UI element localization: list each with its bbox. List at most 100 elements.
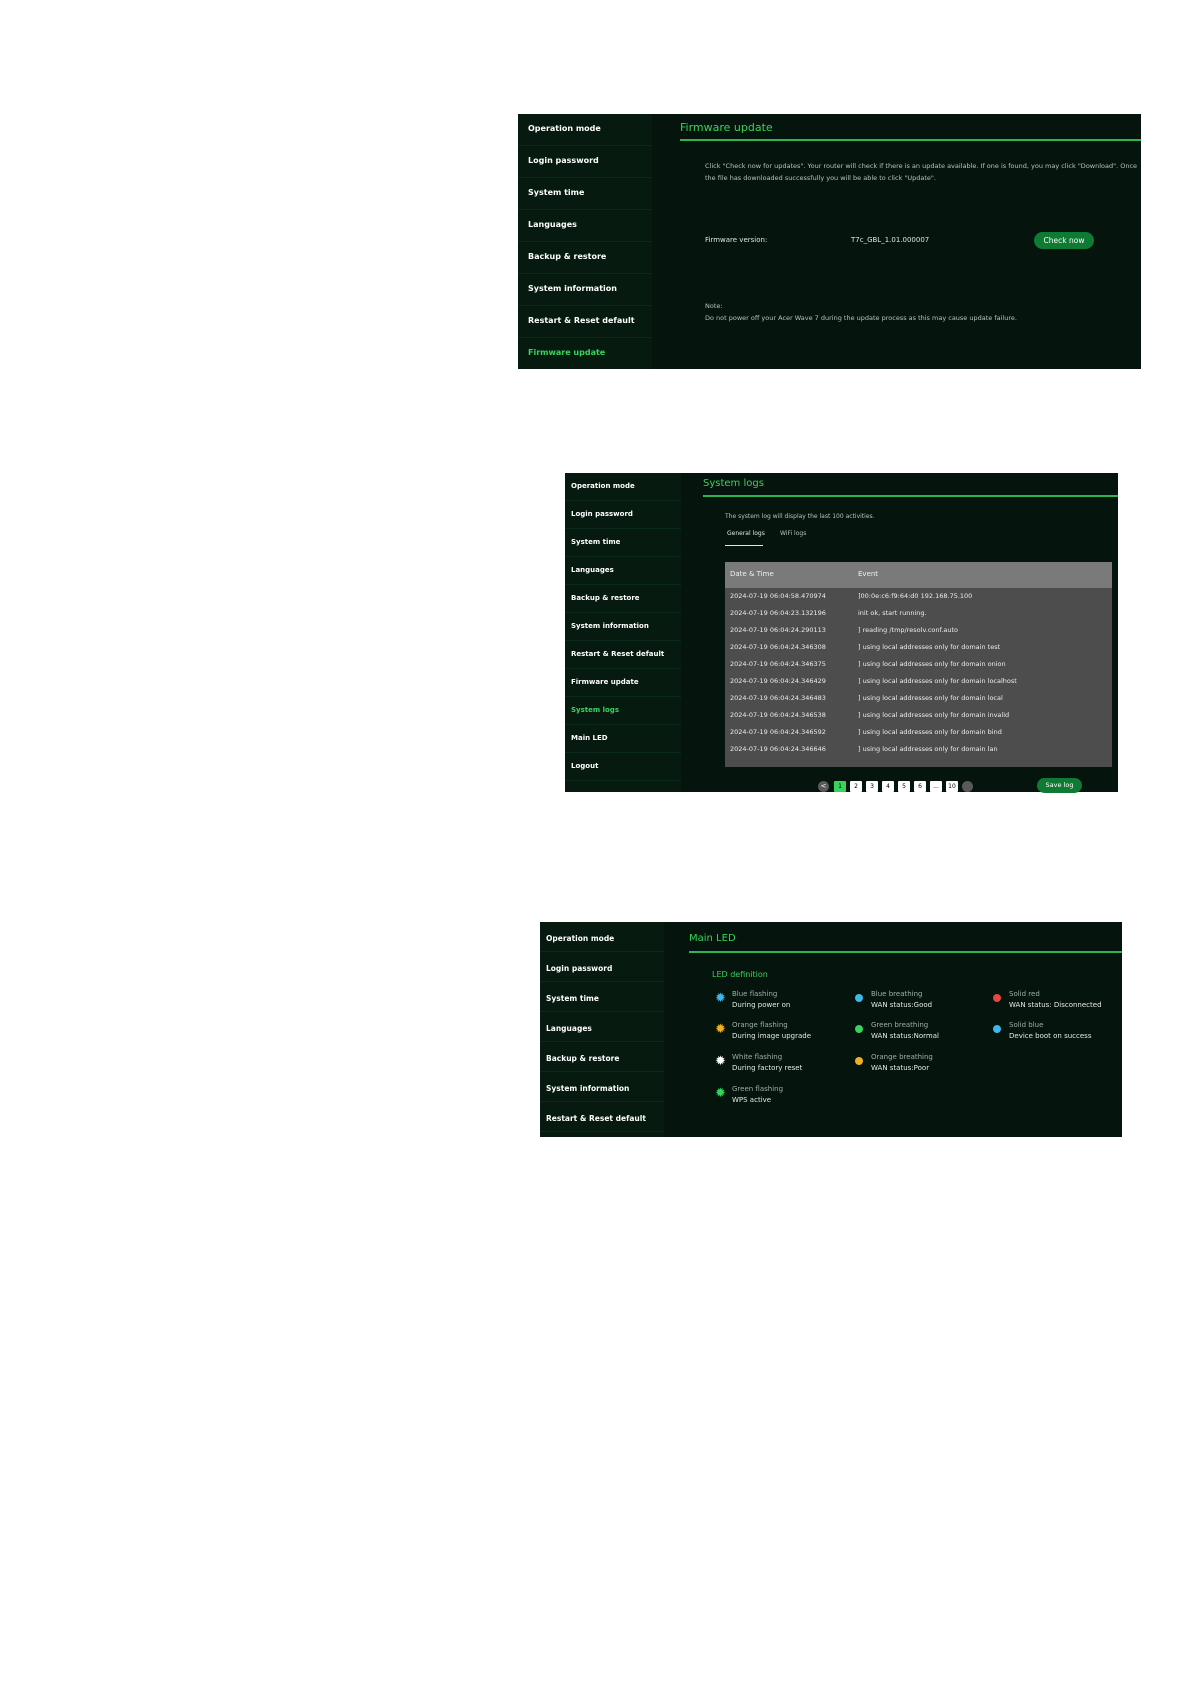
green-dot-icon bbox=[855, 1025, 863, 1033]
note-label: Note: bbox=[705, 302, 723, 310]
sidebar-item-system-time[interactable]: System time bbox=[518, 178, 652, 210]
led-desc: Device boot on success bbox=[1009, 1032, 1092, 1040]
sidebar-item-firmware-update[interactable]: Firmware update bbox=[518, 338, 652, 369]
led-desc: WPS active bbox=[732, 1096, 772, 1104]
system-logs-panel: Operation mode Login password System tim… bbox=[565, 473, 1118, 792]
sidebar-item-system-time[interactable]: System time bbox=[540, 982, 664, 1012]
page-4-button[interactable]: 4 bbox=[882, 781, 894, 792]
led-desc: WAN status:Good bbox=[871, 1001, 933, 1009]
logs-table: Date & Time Event 2024-07-19 06:04:58.47… bbox=[725, 562, 1112, 767]
sidebar-item-system-information[interactable]: System information bbox=[565, 613, 681, 641]
sidebar-item-system-information[interactable]: System information bbox=[540, 1072, 664, 1102]
check-now-button[interactable]: Check now bbox=[1034, 232, 1094, 249]
cell-event: ] using local addresses only for domain … bbox=[858, 660, 1006, 668]
sidebar-item-operation-mode[interactable]: Operation mode bbox=[565, 473, 681, 501]
led-desc: During factory reset bbox=[732, 1064, 803, 1072]
sidebar-item-system-time[interactable]: System time bbox=[565, 529, 681, 557]
blue-flash-icon: ✹ bbox=[715, 991, 726, 1006]
table-row: 2024-07-19 06:04:24.346308 ] using local … bbox=[725, 639, 1112, 656]
page-ellipsis: ... bbox=[930, 781, 942, 792]
page-title: System logs bbox=[703, 478, 764, 489]
table-row: 2024-07-19 06:04:24.346592] using local … bbox=[725, 724, 1112, 741]
cell-event: ] reading /tmp/resolv.conf.auto bbox=[858, 626, 959, 634]
sidebar-item-operation-mode[interactable]: Operation mode bbox=[518, 114, 652, 146]
sidebar-item-languages[interactable]: Languages bbox=[565, 557, 681, 585]
sidebar-item-restart-reset[interactable]: Restart & Reset default bbox=[518, 306, 652, 338]
sidebar: Operation mode Login password System tim… bbox=[565, 473, 681, 792]
sidebar-item-firmware-update[interactable]: Firmware update bbox=[565, 669, 681, 697]
led-name: Green breathing bbox=[871, 1021, 929, 1029]
page-3-button[interactable]: 3 bbox=[866, 781, 878, 792]
led-desc: WAN status: Disconnected bbox=[1009, 1001, 1102, 1009]
table-row: 2024-07-19 06:04:24.346646] using local … bbox=[725, 741, 1112, 758]
cell-event: ] using local addresses only for domain … bbox=[858, 694, 1003, 702]
sidebar-item-backup-restore[interactable]: Backup & restore bbox=[565, 585, 681, 613]
firmware-version-value: T7c_GBL_1.01.000007 bbox=[851, 236, 930, 244]
sidebar-item-main-led[interactable]: Main LED bbox=[565, 725, 681, 753]
table-row: 2024-07-19 06:04:24.346429 ] using local … bbox=[725, 673, 1112, 690]
firmware-instructions-line2: the file has downloaded successfully you… bbox=[705, 174, 936, 182]
led-definition-heading: LED definition bbox=[712, 970, 768, 979]
col-header-date: Date & Time bbox=[730, 570, 774, 578]
led-desc: During image upgrade bbox=[732, 1032, 812, 1040]
green-flash-icon: ✹ bbox=[715, 1086, 726, 1101]
table-row: 2024-07-19 06:04:24.346483 ] using local … bbox=[725, 690, 1112, 707]
sidebar-item-restart-reset[interactable]: Restart & Reset default bbox=[540, 1102, 664, 1132]
sidebar-item-system-information[interactable]: System information bbox=[518, 274, 652, 306]
sidebar-item-system-logs[interactable]: System logs bbox=[565, 697, 681, 725]
tab-wifi-logs[interactable]: WiFi logs bbox=[780, 530, 806, 537]
led-desc: WAN status:Poor bbox=[871, 1064, 930, 1072]
cell-date: 2024-07-19 06:04:24.346429 bbox=[730, 677, 826, 685]
cell-date: 2024-07-19 06:04:24.290113 bbox=[730, 626, 826, 634]
cell-event: ] using local addresses only for domain … bbox=[858, 711, 1010, 719]
white-flash-icon: ✹ bbox=[715, 1054, 726, 1069]
led-desc: During power on bbox=[732, 1001, 791, 1009]
led-name: Orange flashing bbox=[732, 1021, 788, 1029]
sidebar-item-restart-reset[interactable]: Restart & Reset default bbox=[565, 641, 681, 669]
sidebar-item-login-password[interactable]: Login password bbox=[540, 952, 664, 982]
led-name: Solid red bbox=[1009, 990, 1040, 998]
title-underline bbox=[680, 139, 1141, 141]
sidebar-item-backup-restore[interactable]: Backup & restore bbox=[518, 242, 652, 274]
sidebar-item-backup-restore[interactable]: Backup & restore bbox=[540, 1042, 664, 1072]
page-10-button[interactable]: 10 bbox=[946, 781, 958, 792]
sidebar-item-languages[interactable]: Languages bbox=[518, 210, 652, 242]
cell-event: ] using local addresses only for domain … bbox=[858, 745, 998, 753]
next-page-button[interactable] bbox=[962, 781, 973, 792]
sidebar-item-login-password[interactable]: Login password bbox=[565, 501, 681, 529]
table-row: 2024-07-19 06:04:24.346375 ] using local … bbox=[725, 656, 1112, 673]
red-dot-icon bbox=[993, 994, 1001, 1002]
cell-date: 2024-07-19 06:04:24.346308 bbox=[730, 643, 826, 651]
sidebar-item-login-password[interactable]: Login password bbox=[518, 146, 652, 178]
led-name: White flashing bbox=[732, 1053, 783, 1061]
led-desc: WAN status:Normal bbox=[871, 1032, 939, 1040]
cell-date: 2024-07-19 06:04:24.346483 bbox=[730, 694, 826, 702]
blue-dot-icon bbox=[855, 994, 863, 1002]
table-row: 2024-07-19 06:04:23.132196 init ok, start… bbox=[725, 605, 1112, 622]
prev-page-button[interactable]: < bbox=[818, 781, 829, 792]
page-5-button[interactable]: 5 bbox=[898, 781, 910, 792]
cell-event: ] using local addresses only for domain … bbox=[858, 643, 1001, 651]
sidebar-item-languages[interactable]: Languages bbox=[540, 1012, 664, 1042]
note-text: Do not power off your Acer Wave 7 during… bbox=[705, 314, 1017, 322]
led-name: Blue flashing bbox=[732, 990, 778, 998]
cell-event: ]00:0e:c6:f9:64:d0 192.168.75.100 bbox=[858, 592, 973, 600]
sidebar-item-operation-mode[interactable]: Operation mode bbox=[540, 922, 664, 952]
save-log-button[interactable]: Save log bbox=[1037, 778, 1082, 793]
page-2-button[interactable]: 2 bbox=[850, 781, 862, 792]
page-6-button[interactable]: 6 bbox=[914, 781, 926, 792]
tab-general-logs[interactable]: General logs bbox=[727, 530, 765, 537]
blue-dot-icon bbox=[993, 1025, 1001, 1033]
firmware-update-panel: Operation mode Login password System tim… bbox=[518, 114, 1141, 369]
page-1-button[interactable]: 1 bbox=[834, 781, 846, 792]
orange-flash-icon: ✹ bbox=[715, 1022, 726, 1037]
firmware-version-label: Firmware version: bbox=[705, 236, 768, 244]
cell-event: ] using local addresses only for domain … bbox=[858, 677, 1017, 685]
page-title: Main LED bbox=[689, 933, 736, 944]
cell-date: 2024-07-19 06:04:23.132196 bbox=[730, 609, 826, 617]
orange-dot-icon bbox=[855, 1057, 863, 1065]
sidebar-item-logout[interactable]: Logout bbox=[565, 753, 681, 781]
cell-date: 2024-07-19 06:04:24.346375 bbox=[730, 660, 826, 668]
led-name: Orange breathing bbox=[871, 1053, 933, 1061]
title-underline bbox=[689, 951, 1122, 953]
